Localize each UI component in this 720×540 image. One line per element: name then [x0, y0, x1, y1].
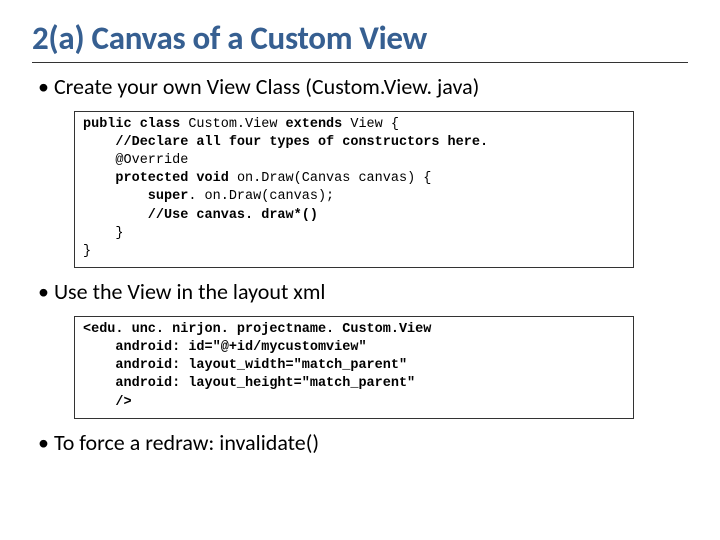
code1-l1b: Custom.View	[188, 117, 285, 132]
code-block-java: public class Custom.View extends View { …	[74, 111, 634, 269]
code1-l1c: extends	[286, 117, 351, 132]
code2-l2: android: id="@+id/mycustomview"	[83, 340, 367, 355]
bullet-list-3: To force a redraw: invalidate()	[32, 429, 688, 457]
bullet-list-2: Use the View in the layout xml	[32, 278, 688, 306]
code2-l4: android: layout_height="match_parent"	[83, 376, 415, 391]
code1-l6: //Use canvas. draw*()	[83, 208, 318, 223]
bullet-3: To force a redraw: invalidate()	[38, 429, 688, 457]
bullet-2: Use the View in the layout xml	[38, 278, 688, 306]
code1-l5a: super	[83, 189, 188, 204]
code2-l1: <edu. unc. nirjon. projectname. Custom.V…	[83, 322, 431, 337]
code2-l3: android: layout_width="match_parent"	[83, 358, 407, 373]
code1-l1a: public class	[83, 117, 188, 132]
code1-l4a: protected void	[83, 171, 237, 186]
slide-title: 2(a) Canvas of a Custom View	[32, 18, 688, 58]
code1-l3: @Override	[83, 153, 188, 168]
code-block-xml: <edu. unc. nirjon. projectname. Custom.V…	[74, 316, 634, 419]
bullet-1-text: Create your own View Class (Custom.View.…	[54, 73, 479, 100]
bullet-2-text: Use the View in the layout xml	[54, 278, 326, 305]
code1-l5b: . on.Draw(canvas);	[188, 189, 334, 204]
bullet-3-text: To force a redraw: invalidate()	[54, 429, 319, 456]
code2-l5: />	[83, 395, 132, 410]
bullet-1: Create your own View Class (Custom.View.…	[38, 73, 688, 101]
bullet-list: Create your own View Class (Custom.View.…	[32, 73, 688, 101]
title-underline	[32, 62, 688, 63]
code1-l8: }	[83, 244, 91, 259]
code1-l4b: on.Draw(Canvas canvas) {	[237, 171, 431, 186]
code1-l1d: View {	[350, 117, 399, 132]
code1-l7: }	[83, 226, 124, 241]
slide: 2(a) Canvas of a Custom View Create your…	[0, 0, 720, 486]
code1-l2: //Declare all four types of constructors…	[83, 135, 488, 150]
